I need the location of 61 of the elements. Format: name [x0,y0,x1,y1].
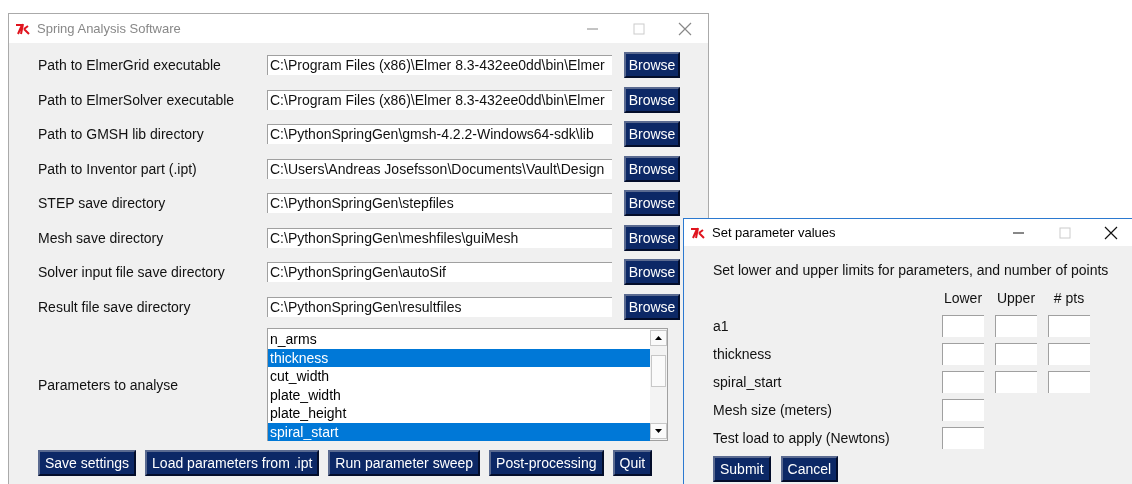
field-label: Parameters to analyse [38,376,180,393]
field-label: Mesh size (meters) [713,402,834,418]
browse-button[interactable]: Browse [624,155,680,182]
input-field[interactable] [942,371,984,393]
input-field[interactable] [942,427,984,449]
path-field[interactable]: C:\Users\Andreas Josefsson\Documents\Vault\Design [267,158,612,179]
action-button[interactable]: Post-processing [489,450,604,476]
scroll-down-icon[interactable] [650,423,667,439]
field-label: STEP save directory [38,195,167,212]
input-field[interactable] [1048,371,1090,393]
input-field[interactable] [1048,315,1090,337]
input-field[interactable] [995,343,1037,365]
field-label: Result file save directory [38,298,192,315]
path-field[interactable]: C:\PythonSpringGen\stepfiles [267,193,612,214]
field-label: Path to GMSH lib directory [38,126,205,143]
dialog-button[interactable]: Cancel [780,456,839,482]
field-label: Solver input file save directory [38,264,226,281]
instruction-text: Set lower and upper limits for parameters, and number of points [713,261,1110,280]
parameter-listbox[interactable]: n_arms thickness cut_width plate_width plate_height spiral_start [267,328,668,441]
browse-button[interactable]: Browse [624,86,680,113]
action-button[interactable]: Quit [612,450,653,476]
path-field[interactable]: C:\Program Files (x86)\Elmer 8.3-432ee0dd\bin\Elmer [267,55,612,76]
field-label: a1 [713,318,730,334]
field-label: Mesh save directory [38,229,165,246]
feather-icon [690,226,706,239]
browse-button[interactable]: Browse [624,224,680,251]
action-button[interactable]: Run parameter sweep [328,450,481,476]
column-header: Lower [942,290,984,306]
feather-icon [15,22,31,35]
field-label: Path to Inventor part (.ipt) [38,160,198,177]
field-label: Path to ElmerSolver executable [38,91,236,108]
field-label: Path to ElmerGrid executable [38,57,222,74]
path-field[interactable]: C:\PythonSpringGen\resultfiles [267,296,612,317]
input-field[interactable] [942,343,984,365]
path-field[interactable]: C:\PythonSpringGen\meshfiles\guiMesh [267,227,612,248]
field-label: thickness [713,346,773,362]
dialog-button[interactable]: Submit [713,456,771,482]
window-title: Set parameter values [712,225,837,240]
browse-button[interactable]: Browse [624,259,680,286]
input-field[interactable] [995,315,1037,337]
action-button[interactable]: Save settings [38,450,137,476]
field-label: spiral_start [713,374,783,390]
browse-button[interactable]: Browse [624,293,680,320]
scroll-thumb[interactable] [651,355,666,387]
input-field[interactable] [1048,343,1090,365]
window-title: Spring Analysis Software [37,21,182,36]
action-button[interactable]: Load parameters from .ipt [145,450,320,476]
path-field[interactable]: C:\PythonSpringGen\autoSif [267,262,612,283]
browse-button[interactable]: Browse [624,52,680,79]
path-field[interactable]: C:\PythonSpringGen\gmsh-4.2.2-Windows64-sdk\lib [267,124,612,145]
input-field[interactable] [942,315,984,337]
column-header: # pts [1052,290,1086,306]
path-field[interactable]: C:\Program Files (x86)\Elmer 8.3-432ee0dd\bin\Elmer [267,89,612,110]
browse-button[interactable]: Browse [624,190,680,217]
scroll-up-icon[interactable] [650,330,667,346]
input-field[interactable] [995,371,1037,393]
field-label: Test load to apply (Newtons) [713,430,891,446]
column-header: Upper [995,290,1037,306]
scrollbar[interactable] [650,329,667,440]
browse-button[interactable]: Browse [624,121,680,148]
input-field[interactable] [942,399,984,421]
